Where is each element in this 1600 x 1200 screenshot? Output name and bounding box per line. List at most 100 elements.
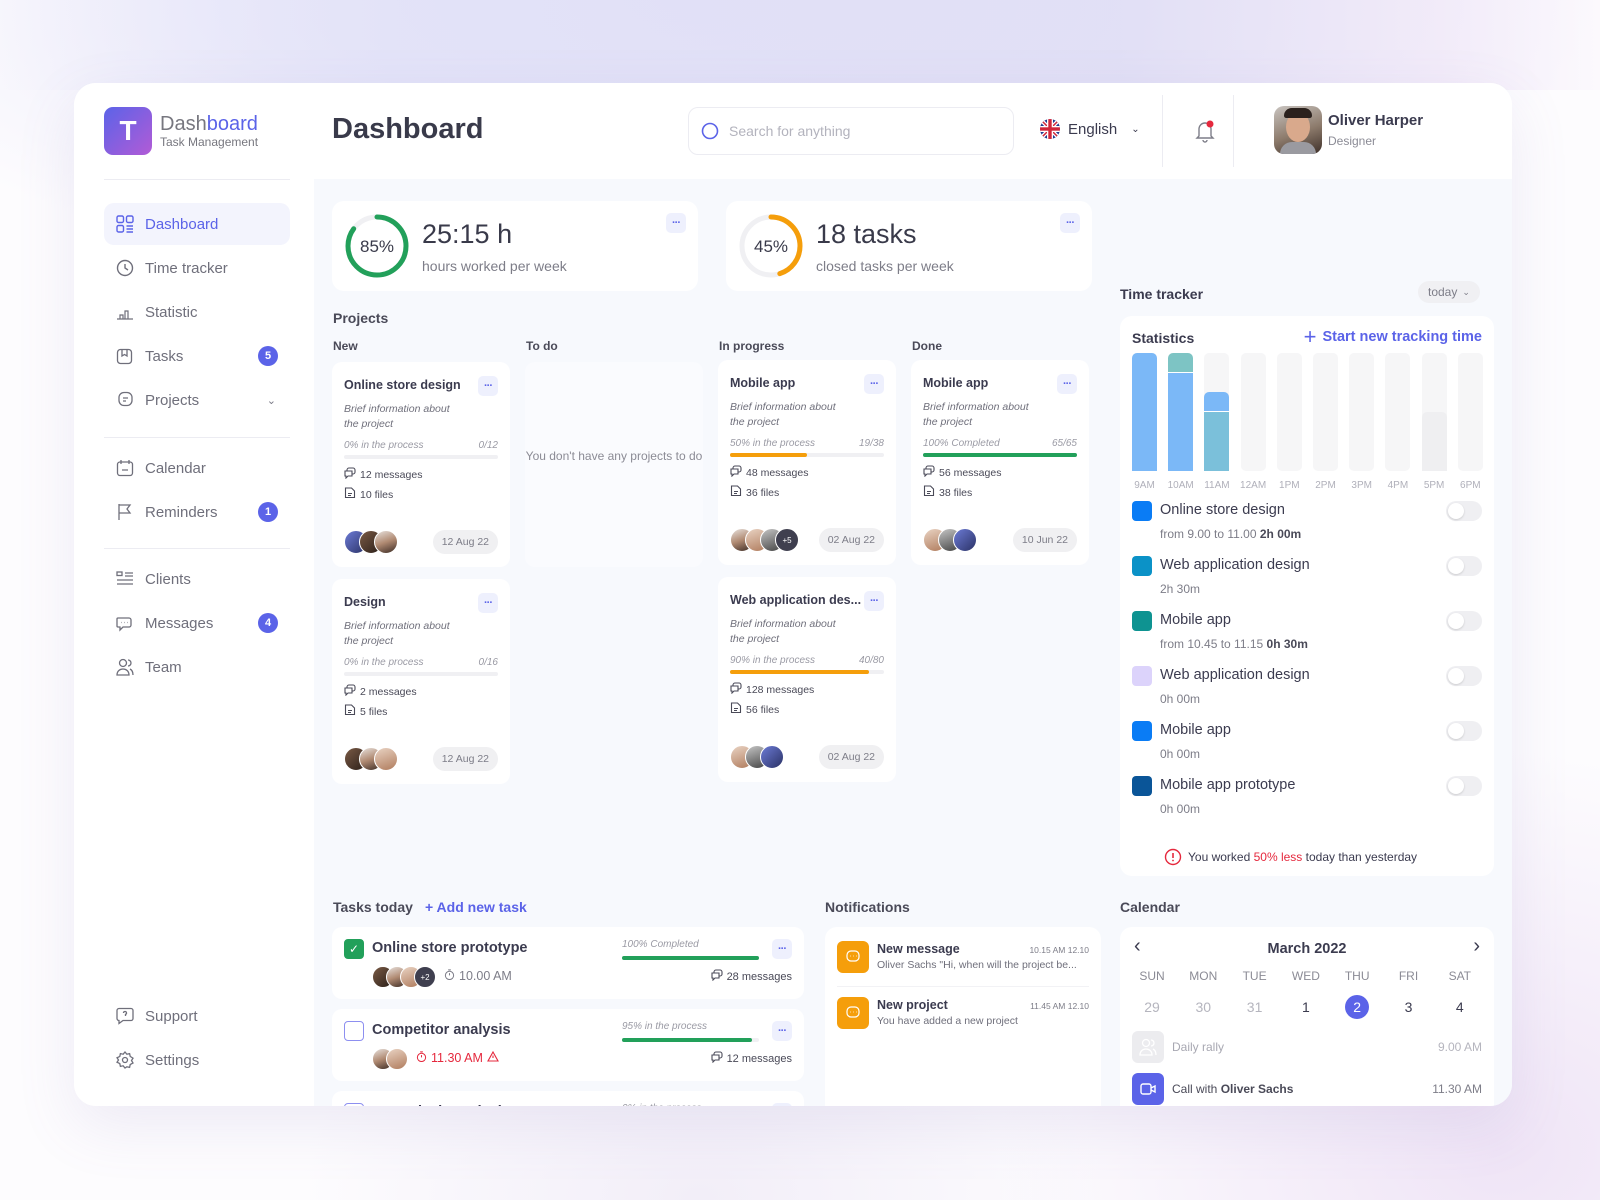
calendar-day[interactable]: 31 [1235,995,1275,1019]
language-select[interactable]: English ⌄ [1040,119,1140,139]
task-card[interactable]: Competitor analysis 11.30 AM 95% in the … [332,1009,804,1081]
weekday-label: SUN [1139,969,1165,983]
calendar-day[interactable]: 3 [1389,995,1429,1019]
more-button[interactable]: ··· [772,939,792,959]
plus-icon: + [1303,324,1317,349]
more-button[interactable]: ··· [772,1021,792,1041]
brand-logo[interactable]: T Dashboard Task Management [104,107,258,155]
projects-icon [116,391,134,409]
calendar-day[interactable]: 2 [1345,995,1370,1019]
empty-message: You don't have any projects to do [525,449,703,463]
sidebar-item-time-tracker[interactable]: Time tracker [104,247,290,289]
sidebar-item-team[interactable]: Team [104,646,290,688]
more-button[interactable]: ··· [864,591,884,611]
sidebar-item-messages[interactable]: Messages 4 [104,602,290,644]
task-card[interactable]: ✓ Online store prototype +2 10.00 AM 100… [332,927,804,999]
project-card[interactable]: Web application des... ··· Brief informa… [718,577,896,782]
messages-icon [711,1051,723,1066]
language-label: English [1068,120,1118,138]
more-button[interactable]: ··· [478,376,498,396]
hour-bar-track [1276,353,1302,471]
statistics-title: Statistics [1132,330,1195,346]
calendar-day[interactable]: 30 [1183,995,1223,1019]
divider [1233,95,1234,167]
progress-label: 95% in the process [622,1021,708,1032]
period-select[interactable]: today ⌄ [1418,281,1480,303]
tracking-toggle[interactable] [1446,666,1482,686]
task-checkbox[interactable] [344,1103,364,1106]
projects-title: Projects [333,310,389,326]
sidebar-item-reminders[interactable]: Reminders 1 [104,491,290,533]
search-input[interactable]: Search for anything [688,107,1014,155]
hour-bar-segment [1132,353,1157,471]
hour-bar-track [1240,353,1266,471]
sidebar-item-projects[interactable]: Projects ⌄ [104,379,290,421]
calendar-event[interactable]: Daily rally 9.00 AM [1132,1031,1482,1067]
tracking-toggle[interactable] [1446,501,1482,521]
more-button[interactable]: ··· [666,213,686,233]
tracking-toggle[interactable] [1446,776,1482,796]
notifications-card: New message 10.15 AM 12.10 Oliver Sachs … [825,927,1101,1106]
entry-name: Mobile app [1160,612,1231,628]
sidebar-item-label: Team [145,658,182,676]
notification-title: New message [877,942,960,956]
nav-footer: Support Settings [104,995,290,1083]
sidebar-item-tasks[interactable]: Tasks 5 [104,335,290,377]
project-card[interactable]: Mobile app ··· Brief information about t… [911,360,1089,565]
task-card[interactable]: Store desktop design 6.00 PM 0% in the p… [332,1091,804,1106]
sidebar-item-dashboard[interactable]: Dashboard [104,203,290,245]
column-title: In progress [719,339,785,353]
more-button[interactable]: ··· [864,374,884,394]
column-title: To do [526,339,558,353]
due-date: 10 Jun 22 [1012,528,1077,552]
files-count: 5 files [360,705,388,718]
notification-title: New project [877,998,948,1012]
due-date: 02 Aug 22 [818,528,884,552]
sidebar-item-support[interactable]: Support [104,995,290,1037]
calendar-event[interactable]: Call with Oliver Sachs 11.30 AM [1132,1073,1482,1106]
project-card[interactable]: Online store design ··· Brief informatio… [332,362,510,567]
more-button[interactable]: ··· [1057,374,1077,394]
warning-icon [486,1050,499,1065]
time-tracker-title: Time tracker [1120,286,1204,302]
notifications-title: Notifications [825,899,910,915]
more-button[interactable]: ··· [1060,213,1080,233]
notifications-button[interactable] [1194,119,1216,148]
sidebar-item-clients[interactable]: Clients [104,558,290,600]
calendar-day[interactable]: 4 [1440,995,1480,1019]
calendar-day[interactable]: 29 [1132,995,1172,1019]
time-tracker-card: Statistics + Start new tracking time 9AM… [1120,316,1494,876]
task-checkbox[interactable] [344,1021,364,1041]
more-button[interactable]: ··· [478,593,498,613]
task-checkbox[interactable]: ✓ [344,939,364,959]
add-task-button[interactable]: + Add new task [425,899,527,915]
sidebar-item-calendar[interactable]: Calendar [104,447,290,489]
entry-duration: 0h 00m [1160,802,1201,816]
file-icon [730,702,742,717]
project-card[interactable]: Mobile app ··· Brief information about t… [718,360,896,565]
calendar-day[interactable]: 1 [1286,995,1326,1019]
more-button[interactable]: ··· [772,1103,792,1106]
notification-item[interactable]: New message 10.15 AM 12.10 Oliver Sachs … [837,941,1089,991]
file-icon [344,487,356,502]
tracking-toggle[interactable] [1446,611,1482,631]
notification-item[interactable]: New project 11.45 AM 12.10 You have adde… [837,997,1089,1047]
tracking-toggle[interactable] [1446,556,1482,576]
notification-body: You have added a new project [877,1015,1018,1027]
timer-icon [416,1051,427,1065]
entry-name: Web application design [1160,667,1310,683]
sidebar-item-statistic[interactable]: Statistic [104,291,290,333]
sidebar-item-settings[interactable]: Settings [104,1039,290,1081]
next-month-button[interactable]: › [1473,935,1480,958]
user-menu[interactable]: Oliver Harper Designer [1274,106,1423,154]
start-tracking-button[interactable]: + Start new tracking time [1303,324,1482,349]
avatar-group [344,747,398,771]
grid-icon [116,215,134,233]
messages-count: 2 messages [360,685,417,698]
sidebar-item-label: Tasks [145,347,184,365]
divider [104,437,290,438]
project-card[interactable]: Design ··· Brief information about the p… [332,579,510,784]
project-color-swatch [1132,776,1152,796]
entry-name: Online store design [1160,502,1285,518]
tracking-toggle[interactable] [1446,721,1482,741]
